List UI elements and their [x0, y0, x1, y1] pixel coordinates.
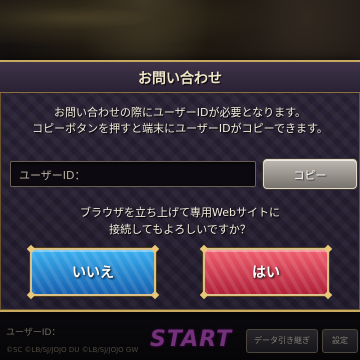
corner-ornament-icon	[323, 244, 333, 254]
yes-button[interactable]: はい	[199, 244, 333, 300]
user-id-label: ユーザーID：	[19, 169, 86, 182]
dialog-titlebar: お問い合わせ	[0, 62, 360, 93]
corner-ornament-icon	[199, 244, 209, 254]
no-button-label: いいえ	[72, 265, 114, 281]
dialog-question: ブラウザを立ち上げて専用Webサイトに 接続してもよろしいですか？	[0, 204, 360, 238]
contact-dialog: お問い合わせ お問い合わせの際にユーザーIDが必要となります。 コピーボタンを押…	[0, 60, 360, 312]
question-line: ブラウザを立ち上げて専用Webサイトに	[80, 206, 280, 219]
copy-button[interactable]: コピー	[263, 159, 357, 189]
corner-ornament-icon	[26, 290, 36, 300]
message-line: コピーボタンを押すと端末にユーザーIDがコピーできます。	[32, 122, 328, 135]
dialog-title: お問い合わせ	[138, 71, 222, 87]
copy-button-label: コピー	[293, 169, 327, 182]
corner-ornament-icon	[323, 290, 333, 300]
dialog-message: お問い合わせの際にユーザーIDが必要となります。 コピーボタンを押すと端末にユー…	[0, 105, 360, 137]
no-button[interactable]: いいえ	[26, 244, 160, 300]
user-id-field: ユーザーID：	[10, 161, 256, 187]
corner-ornament-icon	[199, 290, 209, 300]
corner-ornament-icon	[150, 290, 160, 300]
yes-button-label: はい	[252, 265, 280, 281]
question-line: 接続してもよろしいですか？	[109, 223, 251, 236]
corner-ornament-icon	[26, 244, 36, 254]
corner-ornament-icon	[150, 244, 160, 254]
message-line: お問い合わせの際にユーザーIDが必要となります。	[53, 106, 307, 119]
